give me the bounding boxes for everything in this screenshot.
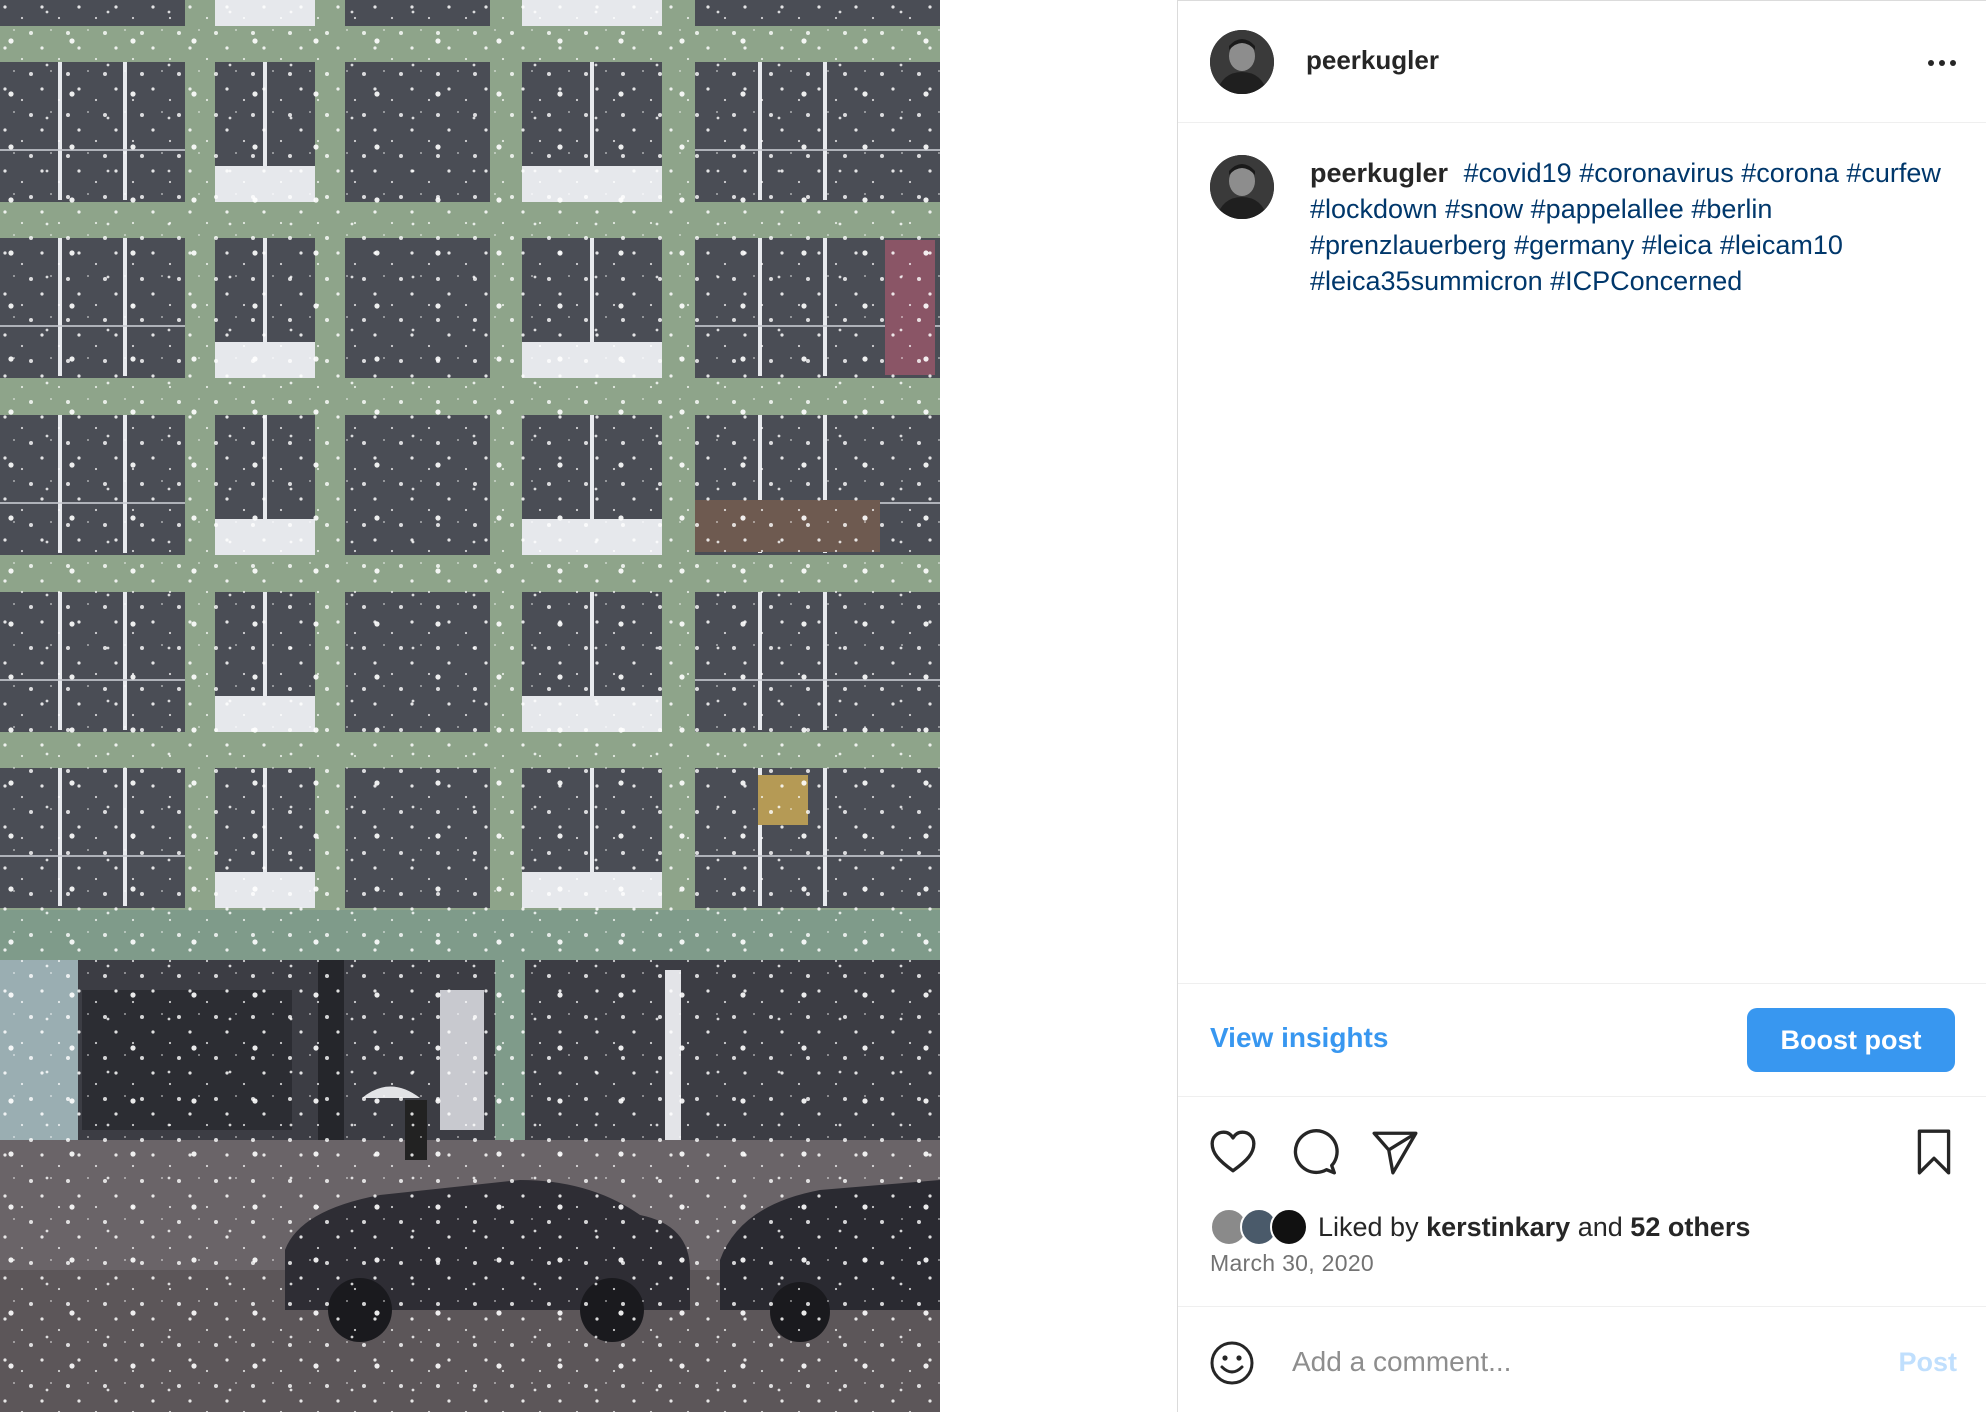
- avatar: [1270, 1208, 1308, 1246]
- hashtag-link[interactable]: #lockdown: [1310, 194, 1438, 224]
- liker-username[interactable]: kerstinkary: [1426, 1212, 1570, 1243]
- hashtag-link[interactable]: #prenzlauerberg: [1310, 230, 1507, 260]
- hashtag-link[interactable]: #germany: [1514, 230, 1634, 260]
- hashtag-link[interactable]: #covid19: [1464, 158, 1572, 188]
- insights-bar: View insights Boost post: [1178, 983, 1986, 1097]
- likes-summary: Liked by kerstinkary and 52 others: [1210, 1207, 1750, 1247]
- post-header: peerkugler: [1178, 1, 1986, 123]
- hashtag-link[interactable]: #leica: [1642, 230, 1713, 260]
- author-username[interactable]: peerkugler: [1306, 45, 1439, 76]
- smiley-icon[interactable]: [1208, 1339, 1256, 1387]
- hashtag-link[interactable]: #leica35summicron: [1310, 266, 1543, 296]
- more-options-icon[interactable]: [1917, 45, 1967, 81]
- heart-icon[interactable]: [1208, 1127, 1258, 1177]
- likes-joiner: and: [1577, 1211, 1623, 1242]
- likes-others-link[interactable]: 52 others: [1630, 1212, 1750, 1243]
- caption-text: peerkugler #covid19 #coronavirus #corona…: [1310, 155, 1950, 299]
- post-actions: Liked by kerstinkary and 52 others March…: [1178, 1097, 1986, 1307]
- caption-section: peerkugler #covid19 #coronavirus #corona…: [1178, 123, 1986, 983]
- snowy-building-photo: [0, 0, 940, 1412]
- comment-input[interactable]: [1290, 1337, 1850, 1387]
- caption-author-avatar[interactable]: [1210, 155, 1274, 219]
- hashtag-link[interactable]: #ICPConcerned: [1550, 266, 1742, 296]
- post-date[interactable]: March 30, 2020: [1210, 1250, 1374, 1277]
- hashtag-link[interactable]: #pappelallee: [1531, 194, 1684, 224]
- caption-username[interactable]: peerkugler: [1310, 158, 1448, 188]
- comment-icon[interactable]: [1289, 1127, 1339, 1177]
- bookmark-icon[interactable]: [1909, 1127, 1959, 1177]
- paper-plane-icon[interactable]: [1370, 1127, 1420, 1177]
- hashtag-link[interactable]: #leicam10: [1720, 230, 1843, 260]
- hashtag-link[interactable]: #coronavirus: [1579, 158, 1734, 188]
- post-photo: [0, 0, 940, 1412]
- likes-prefix: Liked by: [1318, 1211, 1419, 1242]
- author-avatar[interactable]: [1210, 30, 1274, 94]
- post-side-panel: peerkugler peerkugler #covid19 #coronavi…: [1177, 0, 1986, 1412]
- liker-avatars[interactable]: [1210, 1208, 1310, 1246]
- post-comment-button[interactable]: Post: [1898, 1347, 1957, 1378]
- view-insights-link[interactable]: View insights: [1210, 1022, 1388, 1054]
- hashtag-link[interactable]: #berlin: [1691, 194, 1772, 224]
- hashtag-link[interactable]: #curfew: [1846, 158, 1941, 188]
- boost-post-button[interactable]: Boost post: [1747, 1008, 1955, 1072]
- comment-bar: Post: [1178, 1307, 1986, 1413]
- hashtag-link[interactable]: #corona: [1741, 158, 1839, 188]
- hashtag-link[interactable]: #snow: [1445, 194, 1523, 224]
